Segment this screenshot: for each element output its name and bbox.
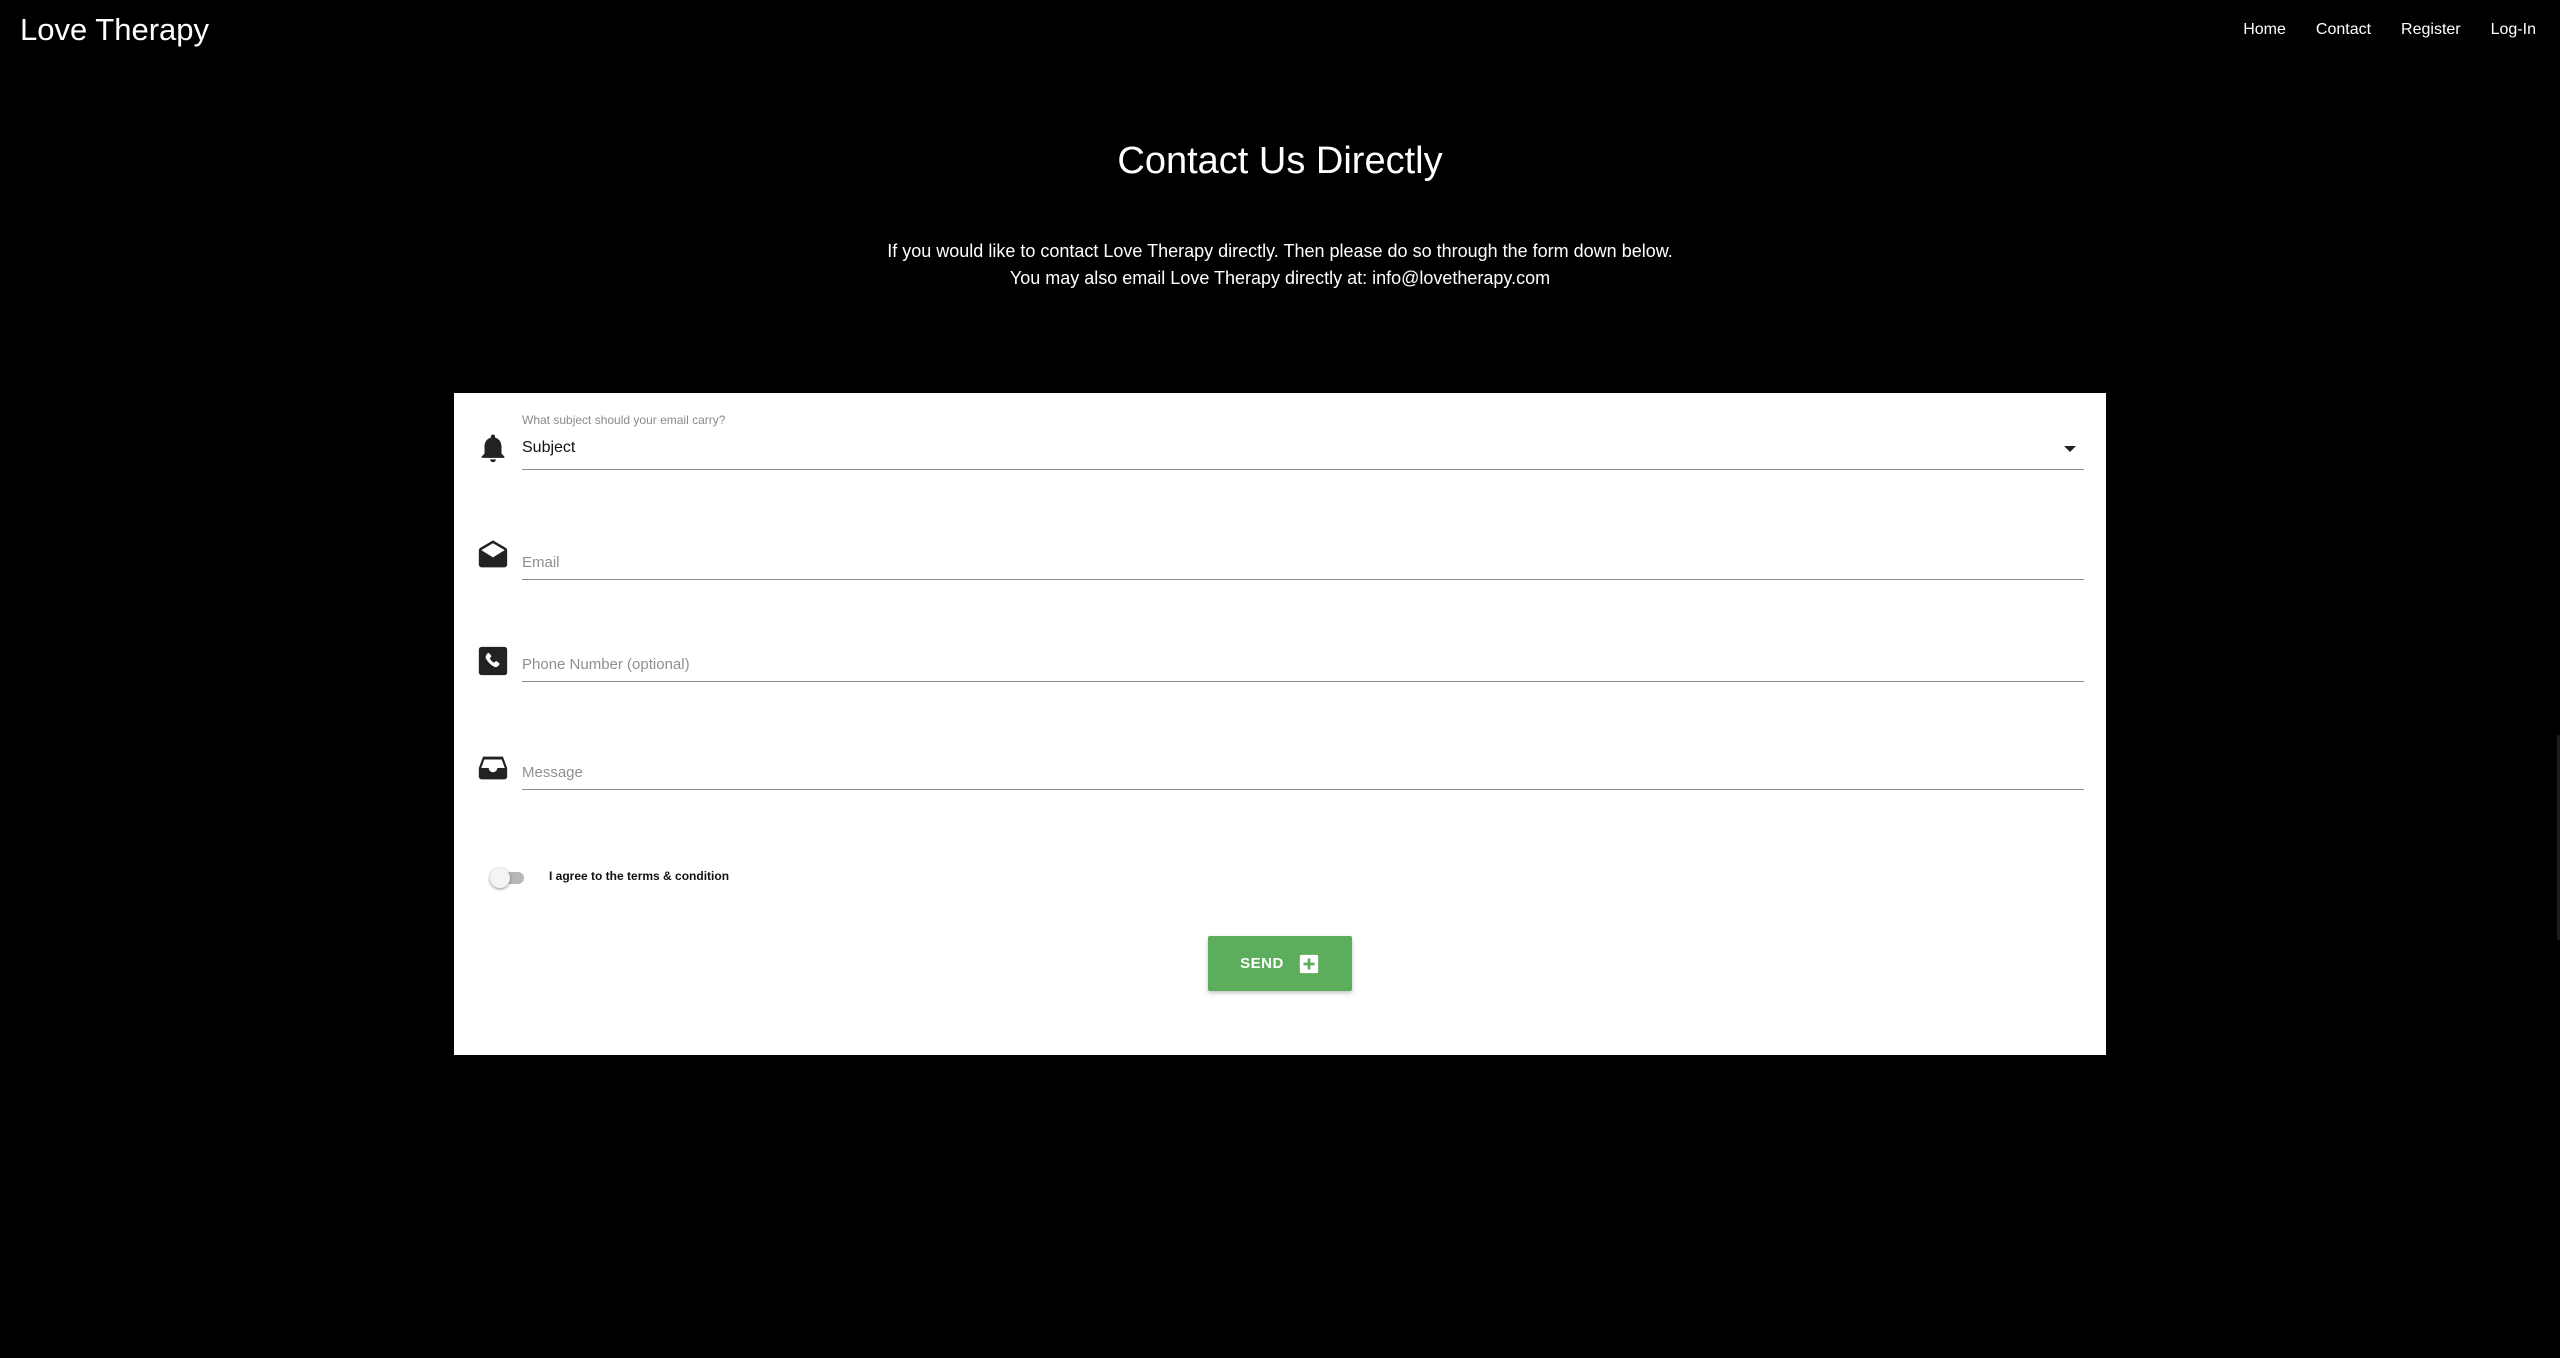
- send-button[interactable]: SEND: [1208, 936, 1352, 991]
- email-underline: [522, 579, 2084, 580]
- intro-line-1: If you would like to contact Love Therap…: [887, 241, 1673, 261]
- nav-link-home[interactable]: Home: [2243, 20, 2286, 40]
- nav-link-register[interactable]: Register: [2401, 20, 2461, 40]
- phone-underline: [522, 681, 2084, 682]
- brand-logo[interactable]: Love Therapy: [20, 12, 209, 48]
- page-title: Contact Us Directly: [1117, 140, 1443, 182]
- contact-form: What subject should your email carry? Su…: [454, 393, 2106, 1055]
- nav-link-login[interactable]: Log-In: [2491, 20, 2536, 40]
- message-field[interactable]: [522, 761, 2084, 783]
- plus-box-icon: [1298, 953, 1320, 975]
- subject-underline: [522, 469, 2084, 470]
- send-button-content: SEND: [1208, 953, 1352, 975]
- phone-icon: [476, 644, 510, 678]
- nav-links: Home Contact Register Log-In: [2243, 20, 2536, 40]
- bell-icon: [476, 431, 510, 465]
- intro-text: If you would like to contact Love Therap…: [0, 238, 2560, 292]
- nav-link-contact[interactable]: Contact: [2316, 20, 2371, 40]
- phone-field-wrapper: [476, 646, 2084, 699]
- terms-toggle[interactable]: [490, 867, 526, 889]
- toggle-knob[interactable]: [490, 868, 510, 888]
- message-underline: [522, 789, 2084, 790]
- phone-number-field[interactable]: [522, 653, 2084, 675]
- email-field[interactable]: [522, 551, 2084, 573]
- message-field-wrapper: [476, 756, 2084, 807]
- chevron-down-icon[interactable]: [2064, 446, 2076, 452]
- subject-select-value[interactable]: Subject: [522, 439, 575, 457]
- mail-icon: [476, 539, 510, 573]
- subject-helper-text: What subject should your email carry?: [522, 413, 726, 427]
- navbar: Love Therapy Home Contact Register Log-I…: [0, 0, 2560, 60]
- email-field-wrapper: [476, 539, 2084, 589]
- send-button-label: SEND: [1240, 955, 1284, 972]
- terms-label: I agree to the terms & condition: [549, 869, 730, 883]
- inbox-icon: [476, 751, 510, 785]
- subject-field[interactable]: What subject should your email carry? Su…: [476, 411, 2084, 483]
- intro-line-2: You may also email Love Therapy directly…: [1009, 268, 1551, 288]
